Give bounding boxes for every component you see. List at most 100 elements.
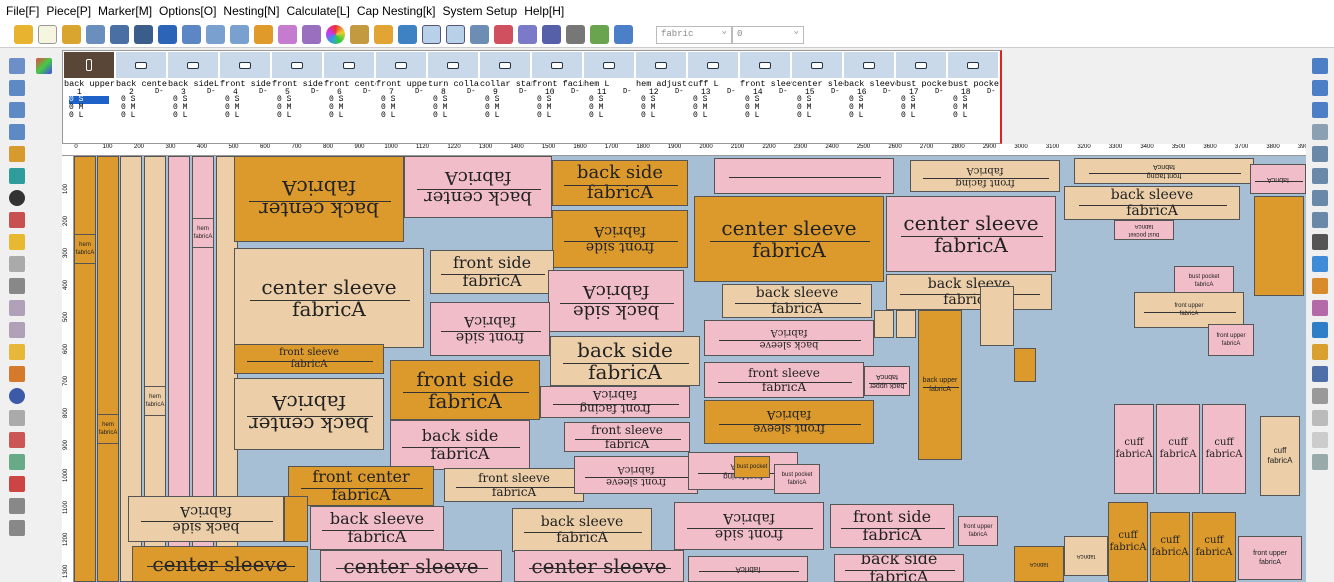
piece-card[interactable]: front upper 7 D- 0 S0 M0 L (375, 51, 428, 145)
layout-icon[interactable] (398, 25, 417, 44)
marker-piece[interactable]: center sleeve (132, 546, 308, 582)
redo-icon[interactable] (230, 25, 249, 44)
piece-card[interactable]: back center 2 D- 0 S0 M0 L (115, 51, 168, 145)
marker-piece[interactable]: fabricA front side (674, 502, 824, 550)
marker-piece[interactable]: cuff fabricA (1192, 512, 1236, 582)
marker-piece[interactable] (284, 496, 308, 542)
piece-thumbnail[interactable] (532, 52, 582, 78)
piece-thumbnail[interactable] (584, 52, 634, 78)
marker-piece[interactable] (74, 156, 96, 582)
size-row[interactable]: 0 L (329, 112, 369, 120)
size-row[interactable]: 0 L (277, 112, 317, 120)
marker-piece[interactable]: fabricAfront facing (1074, 158, 1254, 184)
mark-icon[interactable] (1312, 190, 1328, 206)
piece-card[interactable]: bust pocket 17 D- 0 S0 M0 L (895, 51, 948, 145)
piece-thumbnail[interactable] (64, 52, 114, 78)
magnifier-icon[interactable] (9, 190, 25, 206)
size-row[interactable]: 0 L (953, 112, 993, 120)
piece-card[interactable]: cuff L 13 D- 0 S0 M0 L (687, 51, 740, 145)
marker-piece[interactable]: cuff fabricA (1108, 502, 1148, 582)
hash-icon[interactable] (1312, 432, 1328, 448)
marker-piece[interactable]: back upper fabricA (918, 310, 962, 460)
size-row[interactable]: 0 L (797, 112, 837, 120)
marker-piece[interactable]: cuff fabricA (1150, 512, 1190, 582)
size-row[interactable]: 0 L (589, 112, 629, 120)
piece-thumbnail[interactable] (324, 52, 374, 78)
piece-card[interactable]: collar stand9D-0 S0 M0 L (479, 51, 532, 145)
stack-icon[interactable] (1312, 278, 1328, 294)
piece-card[interactable]: back sleeve 16 D- 0 S0 M0 L (843, 51, 896, 145)
marker-piece[interactable]: front upper fabricA (1238, 536, 1302, 580)
new-file-icon[interactable] (38, 25, 57, 44)
size-row[interactable]: 0 L (901, 112, 941, 120)
grid-icon[interactable] (350, 25, 369, 44)
pointer-icon[interactable] (9, 58, 25, 74)
marker-piece[interactable]: fabricA (1250, 164, 1306, 194)
piece-thumbnail[interactable] (272, 52, 322, 78)
menu-file[interactable]: File[F] (6, 4, 39, 18)
piece-card[interactable]: back upper 1 0 S0 M0 L (63, 51, 116, 145)
open-folder-icon[interactable] (14, 25, 33, 44)
marker-piece[interactable]: front upper fabricA (1134, 292, 1244, 328)
group-icon[interactable] (9, 300, 25, 316)
mannequin-icon[interactable] (1312, 234, 1328, 250)
menu-system-setup[interactable]: System Setup (443, 4, 518, 18)
piece-card[interactable]: front side 5 D- 0 S0 M0 L (271, 51, 324, 145)
size-row[interactable]: 0 L (69, 112, 109, 120)
piece-card[interactable]: front sleeve14D-0 S0 M0 L (739, 51, 792, 145)
piece-card[interactable]: turn collar 8 D- 0 S0 M0 L (427, 51, 480, 145)
text-tool-icon[interactable] (9, 344, 25, 360)
marker-piece[interactable]: cuff fabricA (1260, 416, 1300, 496)
piece-card[interactable]: front center6D-0 S0 M0 L (323, 51, 376, 145)
piece-card[interactable]: hem L 11 D- 0 S0 M0 L (583, 51, 636, 145)
marker-piece[interactable]: back side fabricA (390, 420, 530, 470)
marker-piece[interactable]: cuff fabricA (1114, 404, 1154, 494)
trash-icon[interactable] (566, 25, 585, 44)
folder-icon[interactable] (614, 25, 633, 44)
search-piece-icon[interactable] (9, 498, 25, 514)
zoom-fit-icon[interactable] (1312, 58, 1328, 74)
size-select[interactable]: 0 (732, 26, 804, 44)
marker-piece[interactable]: fabricA front side (430, 302, 550, 356)
settings-icon[interactable] (518, 25, 537, 44)
save-icon[interactable] (86, 25, 105, 44)
marker-piece[interactable] (980, 286, 1014, 346)
menu-marker[interactable]: Marker[M] (98, 4, 152, 18)
marker-piece[interactable]: cuff fabricA (1156, 404, 1200, 494)
piece-thumbnail[interactable] (844, 52, 894, 78)
marker-piece[interactable]: hem fabricA (192, 218, 214, 248)
marker-view-icon[interactable] (422, 25, 441, 44)
marker-piece[interactable]: front sleeve fabricA (444, 468, 584, 502)
marker-piece[interactable]: fabricA back center (234, 378, 384, 450)
piece-card[interactable]: hem adjust 12 D- 0 S0 M0 L (635, 51, 688, 145)
piece-thumbnail[interactable] (948, 52, 998, 78)
menu-piece[interactable]: Piece[P] (46, 4, 91, 18)
marker-piece[interactable]: front sleeve fabricA (564, 422, 690, 452)
align-icon[interactable] (9, 410, 25, 426)
statistics-icon[interactable] (470, 25, 489, 44)
size-row[interactable]: 0 L (745, 112, 785, 120)
menu-cap-nesting[interactable]: Cap Nesting[k] (357, 4, 436, 18)
lasso-icon[interactable] (9, 256, 25, 272)
marker-piece[interactable] (874, 310, 894, 338)
marker-piece[interactable]: fabricAfront facing (540, 386, 690, 418)
menu-help[interactable]: Help[H] (524, 4, 564, 18)
marker-piece[interactable]: bust pocket (734, 456, 770, 478)
marker-piece[interactable]: front center fabricA (288, 466, 434, 506)
marker-piece[interactable]: fabricA (688, 556, 808, 582)
marker-piece[interactable]: center sleeve (320, 550, 502, 582)
preview-icon[interactable] (182, 25, 201, 44)
auto-nest-icon[interactable] (1312, 168, 1328, 184)
size-row[interactable]: 0 L (537, 112, 577, 120)
piece-thumbnail[interactable] (896, 52, 946, 78)
color-wheel-icon[interactable] (326, 25, 345, 44)
report-icon[interactable] (1312, 344, 1328, 360)
piece-thumbnail[interactable] (116, 52, 166, 78)
nest-icon[interactable] (1312, 146, 1328, 162)
piece-thumbnail[interactable] (480, 52, 530, 78)
brush-icon[interactable] (302, 25, 321, 44)
check-icon[interactable] (9, 454, 25, 470)
search-all-icon[interactable] (9, 520, 25, 536)
tag-icon[interactable] (1312, 300, 1328, 316)
marker-piece[interactable]: center sleeve fabricA (234, 248, 424, 348)
